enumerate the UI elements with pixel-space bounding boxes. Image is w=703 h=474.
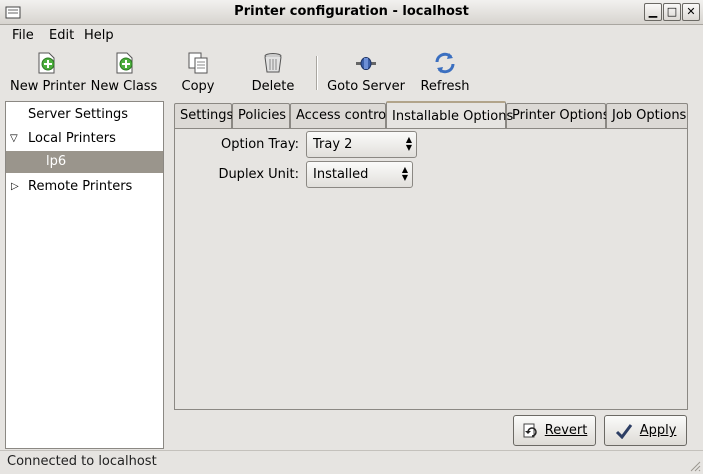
copy-label: Copy	[181, 79, 215, 94]
menu-edit[interactable]: Edit	[49, 28, 74, 43]
tab-bar: Settings Policies Access control Printer…	[174, 101, 688, 130]
window-title: Printer configuration - localhost	[234, 4, 469, 19]
tree-item-remote-printers[interactable]: ▷ Remote Printers	[6, 176, 163, 198]
tree-item-lp6[interactable]: lp6	[6, 151, 163, 173]
refresh-label: Refresh	[420, 79, 470, 94]
duplex-unit-value: Installed	[313, 167, 369, 182]
tab-policies[interactable]: Policies	[232, 103, 290, 129]
close-icon: ✕	[686, 5, 696, 18]
option-tray-select[interactable]: Tray 2 ▲ ▼	[306, 131, 417, 158]
new-printer-icon	[38, 52, 55, 74]
minimize-button[interactable]: ▁	[644, 3, 662, 21]
menu-bar: File Edit Help	[0, 25, 703, 47]
delete-button[interactable]: Delete	[250, 51, 296, 97]
printer-tree[interactable]: Server Settings ▽ Local Printers lp6 ▷ R…	[5, 101, 164, 449]
goto-server-label: Goto Server	[327, 79, 405, 94]
connect-icon	[356, 57, 376, 70]
menu-help[interactable]: Help	[84, 28, 114, 43]
resize-grip-icon[interactable]	[689, 460, 701, 472]
tab-installable-options[interactable]: Installable Options	[386, 101, 513, 130]
duplex-unit-label: Duplex Unit:	[218, 167, 299, 182]
copy-icon	[188, 52, 208, 74]
combo-arrows-icon: ▲ ▼	[405, 135, 412, 152]
revert-button[interactable]: Revert	[513, 415, 596, 446]
tree-item-label: lp6	[46, 154, 67, 169]
option-tray-label: Option Tray:	[221, 137, 299, 152]
checkmark-icon	[615, 423, 632, 439]
revert-icon	[523, 423, 537, 437]
refresh-button[interactable]: Refresh	[420, 51, 470, 97]
new-class-label: New Class	[90, 79, 158, 94]
tab-access-control[interactable]: Access control	[290, 103, 390, 129]
option-tray-value: Tray 2	[313, 137, 353, 152]
maximize-icon: □	[666, 5, 678, 18]
duplex-unit-select[interactable]: Installed ▲ ▼	[306, 161, 413, 188]
tab-job-options[interactable]: Job Options	[606, 103, 688, 129]
minimize-icon: ▁	[648, 5, 658, 18]
new-printer-button[interactable]: New Printer	[10, 51, 86, 97]
delete-label: Delete	[251, 79, 295, 94]
menu-file[interactable]: File	[12, 28, 34, 43]
combo-arrows-icon: ▲ ▼	[401, 165, 408, 182]
tree-item-label: Remote Printers	[28, 179, 133, 194]
new-printer-label: New Printer	[10, 79, 86, 94]
tree-item-local-printers[interactable]: ▽ Local Printers	[6, 128, 163, 150]
tree-item-server-settings[interactable]: Server Settings	[6, 104, 163, 126]
new-class-icon	[116, 52, 133, 74]
maximize-button[interactable]: □	[663, 3, 681, 21]
apply-label: Apply	[639, 423, 677, 438]
tree-item-label: Local Printers	[28, 131, 116, 146]
apply-button[interactable]: Apply	[604, 415, 687, 446]
tab-settings[interactable]: Settings	[174, 103, 233, 129]
title-bar: Printer configuration - localhost ▁ □ ✕	[0, 0, 703, 25]
refresh-icon	[435, 52, 455, 74]
trash-icon	[264, 53, 282, 73]
tree-item-label: Server Settings	[28, 107, 129, 122]
close-button[interactable]: ✕	[682, 3, 700, 21]
status-bar: Connected to localhost	[0, 450, 703, 474]
toolbar: New Printer New Class Copy Delete Goto S…	[0, 47, 703, 97]
toolbar-separator	[316, 56, 318, 90]
new-class-button[interactable]: New Class	[90, 51, 158, 97]
status-text: Connected to localhost	[7, 454, 157, 469]
expander-collapsed-icon[interactable]: ▷	[11, 176, 19, 198]
tab-printer-options[interactable]: Printer Options	[506, 103, 610, 129]
expander-expanded-icon[interactable]: ▽	[10, 128, 18, 150]
revert-label: Revert	[544, 423, 588, 438]
installable-options-panel: Option Tray: Tray 2 ▲ ▼ Duplex Unit: Inst…	[174, 128, 688, 410]
copy-button[interactable]: Copy	[176, 51, 220, 97]
goto-server-button[interactable]: Goto Server	[327, 51, 405, 97]
